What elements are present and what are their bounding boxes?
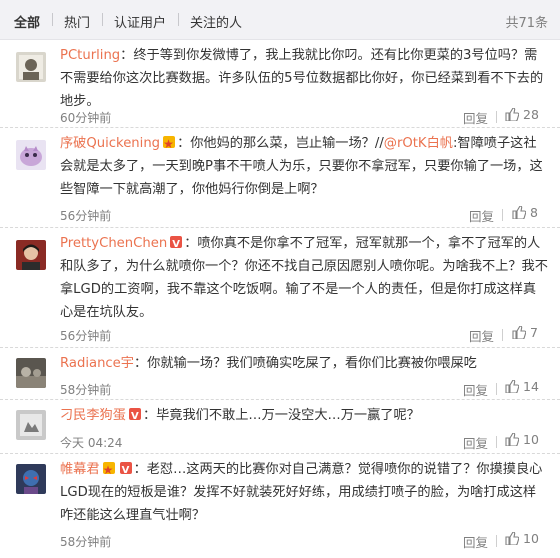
tab-divider xyxy=(102,13,103,26)
comment-text: PCturling：终于等到你发微博了，我上我就比你叼。还有比你更菜的3号位吗？… xyxy=(60,44,548,113)
comment-body: ：你就输一场？我们喷确实吃屎了，看你们比赛被你喂屎吃 xyxy=(133,356,477,371)
avatar[interactable] xyxy=(16,140,46,170)
username-link[interactable]: 刁民李狗蛋 xyxy=(60,408,126,423)
avatar[interactable] xyxy=(16,358,46,388)
username-link[interactable]: PrettyChenChen xyxy=(60,236,167,251)
comment-item: PCturling：终于等到你发微博了，我上我就比你叼。还有比你更菜的3号位吗？… xyxy=(0,40,560,128)
avatar[interactable] xyxy=(16,52,46,82)
comment-text: Radiance宇：你就输一场？我们喷确实吃屎了，看你们比赛被你喂屎吃 xyxy=(60,352,548,375)
comment-time: 56分钟前 xyxy=(60,329,112,343)
comment-item: PrettyChenChen：喷你真不是你拿不了冠军，冠军就那一个，拿不了冠军的… xyxy=(0,228,560,348)
member-star-icon xyxy=(163,133,176,156)
like-button[interactable]: 28 xyxy=(505,107,539,122)
vip-badge-icon xyxy=(170,233,183,256)
comment-time: 58分钟前 xyxy=(60,535,112,549)
like-button[interactable]: 8 xyxy=(512,205,538,220)
comment-item: 刁民李狗蛋 ：毕竟我们不敢上…万一没空大…万一赢了呢？ 今天 04:24 回复 1… xyxy=(0,400,560,454)
comment-item: 序破Quickening：你他妈的那么菜，岂止输一场？//@rOtK白帆:智障喷… xyxy=(0,128,560,228)
comment-body: ：你他妈的那么菜，岂止输一场？// xyxy=(177,136,384,151)
comment-text: 帷幕君：老怼…这两天的比赛你对自己满意？觉得喷你的说错了？你摸摸良心LGD现在的… xyxy=(60,458,548,527)
username-link[interactable]: PCturling xyxy=(60,48,120,63)
username-link[interactable]: 帷幕君 xyxy=(60,462,100,477)
reply-button[interactable]: 回复 xyxy=(463,380,488,399)
like-count: 10 xyxy=(523,531,539,546)
comment-count: 共71条 xyxy=(505,16,548,31)
reply-button[interactable]: 回复 xyxy=(469,326,494,345)
comment-text: PrettyChenChen：喷你真不是你拿不了冠军，冠军就那一个，拿不了冠军的… xyxy=(60,232,548,324)
action-divider xyxy=(502,329,503,341)
like-count: 28 xyxy=(523,107,539,122)
comment-item: Radiance宇：你就输一场？我们喷确实吃屎了，看你们比赛被你喂屎吃 58分钟… xyxy=(0,348,560,400)
like-button[interactable]: 14 xyxy=(505,379,539,394)
comment-body: ：毕竟我们不敢上…万一没空大…万一赢了呢？ xyxy=(142,408,420,423)
action-divider xyxy=(496,383,497,395)
thumbs-up-icon xyxy=(505,433,519,446)
like-count: 7 xyxy=(530,325,538,340)
action-divider xyxy=(496,535,497,547)
avatar[interactable] xyxy=(16,464,46,494)
thumbs-up-icon xyxy=(505,532,519,545)
comment-text: 刁民李狗蛋 ：毕竟我们不敢上…万一没空大…万一赢了呢？ xyxy=(60,404,548,428)
like-button[interactable]: 10 xyxy=(505,531,539,546)
reply-button[interactable]: 回复 xyxy=(463,108,488,127)
username-link[interactable]: 序破Quickening xyxy=(60,136,160,151)
reply-button[interactable]: 回复 xyxy=(463,532,488,551)
comment-time: 56分钟前 xyxy=(60,209,112,223)
username-link[interactable]: Radiance宇 xyxy=(60,356,134,371)
comment-body: ：老怼…这两天的比赛你对自己满意？觉得喷你的说错了？你摸摸良心LGD现在的短板是… xyxy=(60,462,543,523)
tab-hot[interactable]: 热门 xyxy=(64,12,90,31)
action-divider xyxy=(496,436,497,448)
thumbs-up-icon xyxy=(505,380,519,393)
tab-verified-users[interactable]: 认证用户 xyxy=(114,12,166,31)
like-button[interactable]: 10 xyxy=(505,432,539,447)
comment-body: ：终于等到你发微博了，我上我就比你叼。还有比你更菜的3号位吗？需不需要给你这次比… xyxy=(60,48,544,109)
comment-time: 58分钟前 xyxy=(60,383,112,397)
comment-time: 60分钟前 xyxy=(60,111,112,125)
thumbs-up-icon xyxy=(512,206,526,219)
vip-badge-icon xyxy=(119,459,132,482)
like-count: 8 xyxy=(530,205,538,220)
vip-badge-icon xyxy=(128,405,141,428)
comment-filter-bar: 全部 热门 认证用户 关注的人 共71条 xyxy=(0,0,560,40)
like-count: 14 xyxy=(523,379,539,394)
comment-item: 帷幕君：老怼…这两天的比赛你对自己满意？觉得喷你的说错了？你摸摸良心LGD现在的… xyxy=(0,454,560,558)
thumbs-up-icon xyxy=(505,108,519,121)
like-count: 10 xyxy=(523,432,539,447)
reply-button[interactable]: 回复 xyxy=(463,433,488,452)
thumbs-up-icon xyxy=(512,326,526,339)
member-star-icon xyxy=(102,459,115,482)
avatar[interactable] xyxy=(16,240,46,270)
mention-link[interactable]: @rOtK白帆 xyxy=(384,136,453,151)
like-button[interactable]: 7 xyxy=(512,325,538,340)
tab-following[interactable]: 关注的人 xyxy=(190,12,242,31)
avatar[interactable] xyxy=(16,410,46,440)
tab-all[interactable]: 全部 xyxy=(14,12,40,31)
comment-time: 今天 04:24 xyxy=(60,436,123,450)
tab-divider xyxy=(52,13,53,26)
action-divider xyxy=(496,111,497,123)
tab-divider xyxy=(178,13,179,26)
reply-button[interactable]: 回复 xyxy=(469,206,494,225)
action-divider xyxy=(502,209,503,221)
comment-text: 序破Quickening：你他妈的那么菜，岂止输一场？//@rOtK白帆:智障喷… xyxy=(60,132,548,201)
